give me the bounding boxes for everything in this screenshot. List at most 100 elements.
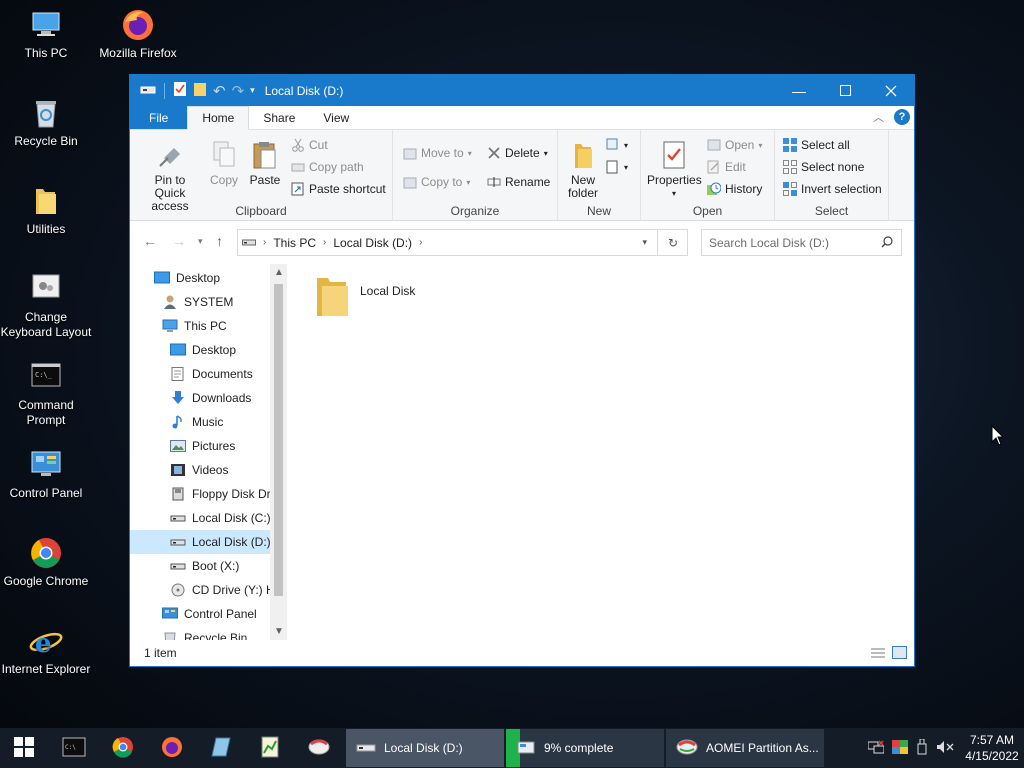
nav-scrollbar[interactable]: ▲ ▼ [270, 264, 287, 640]
desktop-icon-keyboard-layout[interactable]: Change Keyboard Layout [0, 272, 92, 340]
nav-item-desktop[interactable]: Desktop [130, 266, 270, 290]
clock[interactable]: 7:57 AM 4/15/2022 [960, 732, 1024, 764]
history-button[interactable]: History [707, 182, 762, 196]
tab-share[interactable]: Share [249, 106, 309, 129]
nav-item-local-disk-c[interactable]: Local Disk (C:) [130, 506, 270, 530]
file-explorer-window: ↶ ↷ ▾ Local Disk (D:) — File Home Share … [129, 74, 915, 667]
nav-item-this-pc[interactable]: This PC [130, 314, 270, 338]
address-dropdown-chevron-icon[interactable]: ▾ [642, 237, 647, 248]
properties-button[interactable]: Properties ▾ [647, 140, 702, 200]
breadcrumb-this-pc[interactable]: This PC [273, 236, 316, 250]
details-view-icon[interactable] [870, 647, 886, 662]
computer-icon [29, 8, 63, 42]
redo-icon[interactable]: ↷ [232, 82, 245, 100]
nav-item-documents[interactable]: Documents [130, 362, 270, 386]
open-button[interactable]: Open ▾ [707, 138, 762, 152]
select-all-button[interactable]: Select all [783, 138, 850, 152]
properties-qat-icon[interactable] [173, 81, 187, 100]
customize-qat-icon[interactable]: ▾ [250, 85, 255, 96]
invert-selection-button[interactable]: Invert selection [783, 182, 882, 196]
up-arrow-icon[interactable]: ↑ [216, 233, 223, 249]
delete-button[interactable]: Delete ▾ [487, 146, 548, 160]
select-none-button[interactable]: Select none [783, 160, 864, 174]
nav-item-control-panel[interactable]: Control Panel [130, 602, 270, 626]
scrollbar-thumb[interactable] [274, 284, 283, 596]
easy-access-button[interactable]: ▾ [606, 160, 628, 174]
refresh-button[interactable]: ↻ [657, 229, 688, 256]
nav-item-boot-x[interactable]: Boot (X:) [130, 554, 270, 578]
taskbar-firefox[interactable] [148, 728, 196, 768]
rename-button[interactable]: Rename [487, 175, 550, 189]
nav-item-cd-drive[interactable]: CD Drive (Y:) H [130, 578, 270, 602]
maximize-button[interactable] [822, 75, 868, 106]
desktop-icon-recycle-bin[interactable]: Recycle Bin [0, 96, 92, 149]
nav-item-recycle-bin[interactable]: Recycle Bin [130, 626, 270, 640]
taskbar-app-partition[interactable] [295, 728, 343, 768]
copy-path-button[interactable]: Copy path [291, 160, 364, 174]
nav-item-music[interactable]: Music [130, 410, 270, 434]
desktop-icon-control-panel[interactable]: Control Panel [0, 448, 92, 501]
edit-button[interactable]: Edit [707, 160, 746, 174]
nav-item-videos[interactable]: Videos [130, 458, 270, 482]
title-bar[interactable]: ↶ ↷ ▾ Local Disk (D:) — [130, 75, 914, 106]
copy-to-button[interactable]: Copy to ▾ [403, 175, 470, 189]
internet-explorer-icon: e [29, 624, 63, 659]
taskbar-app-chart[interactable] [246, 728, 294, 768]
desktop-icon-label: Utilities [26, 222, 66, 236]
forward-arrow-icon[interactable]: → [172, 233, 186, 249]
nav-item-system[interactable]: SYSTEM [130, 290, 270, 314]
network-icon[interactable] [867, 739, 885, 757]
recent-locations-chevron-icon[interactable]: ▾ [198, 236, 203, 247]
usb-icon[interactable] [916, 738, 928, 758]
file-item[interactable]: Local Disk [314, 274, 415, 321]
select-group-label: Select [814, 204, 849, 218]
taskbar-chrome[interactable] [99, 728, 147, 768]
nav-item-local-disk-d[interactable]: Local Disk (D:) [130, 530, 270, 554]
search-input[interactable]: Search Local Disk (D:) [701, 229, 902, 256]
close-button[interactable] [868, 75, 914, 106]
minimize-button[interactable]: — [776, 75, 822, 106]
paste-button[interactable]: Paste [247, 140, 283, 187]
tab-home[interactable]: Home [187, 106, 250, 130]
taskbar-command-prompt[interactable]: C:\ [50, 728, 98, 768]
desktop-icon-internet-explorer[interactable]: e Internet Explorer [0, 624, 92, 677]
new-folder-button[interactable]: New folder [564, 140, 602, 200]
user-icon [162, 295, 178, 309]
breadcrumb-current[interactable]: Local Disk (D:) [333, 236, 412, 250]
copy-progress-icon [516, 739, 536, 758]
start-button[interactable] [0, 728, 48, 768]
back-arrow-icon[interactable]: ← [143, 233, 157, 249]
collapse-ribbon-icon[interactable]: ︿ [873, 109, 884, 125]
large-icons-view-icon[interactable] [892, 646, 907, 662]
task-copy-progress[interactable]: 9% complete [506, 729, 664, 767]
copy-button[interactable]: Copy [206, 140, 242, 187]
desktop-icon-firefox[interactable]: Mozilla Firefox [92, 8, 184, 61]
scroll-up-icon[interactable]: ▲ [274, 267, 284, 278]
tab-view[interactable]: View [309, 106, 363, 129]
desktop-icon-this-pc[interactable]: This PC [0, 8, 92, 61]
address-bar[interactable]: › This PC › Local Disk (D:) › ▾ [237, 229, 688, 256]
volume-muted-icon[interactable] [936, 740, 954, 757]
new-folder-qat-icon[interactable] [193, 81, 207, 100]
move-to-button[interactable]: Move to ▾ [403, 146, 472, 160]
task-local-disk-d[interactable]: Local Disk (D:) [346, 729, 504, 767]
pin-to-quick-access-button[interactable]: Pin to Quick access [136, 140, 204, 213]
taskbar-app-blue[interactable] [197, 728, 245, 768]
desktop-icon-label: Mozilla Firefox [99, 46, 177, 60]
display-color-icon[interactable] [892, 739, 908, 757]
help-button[interactable]: ? [894, 109, 910, 125]
nav-item-downloads[interactable]: Downloads [130, 386, 270, 410]
nav-item-pictures[interactable]: Pictures [130, 434, 270, 458]
new-item-button[interactable]: ▾ [606, 138, 628, 152]
desktop-icon-utilities[interactable]: Utilities [0, 184, 92, 237]
nav-item-desktop-folder[interactable]: Desktop [130, 338, 270, 362]
tab-file[interactable]: File [130, 106, 188, 129]
task-aomei[interactable]: AOMEI Partition As... [666, 729, 824, 767]
cut-button[interactable]: Cut [291, 138, 328, 152]
scroll-down-icon[interactable]: ▼ [274, 626, 284, 637]
nav-item-floppy[interactable]: Floppy Disk Dri [130, 482, 270, 506]
desktop-icon-chrome[interactable]: Google Chrome [0, 536, 92, 589]
paste-shortcut-button[interactable]: Paste shortcut [291, 182, 386, 196]
undo-icon[interactable]: ↶ [213, 82, 226, 100]
desktop-icon-command-prompt[interactable]: C:\_ Command Prompt [0, 360, 92, 428]
